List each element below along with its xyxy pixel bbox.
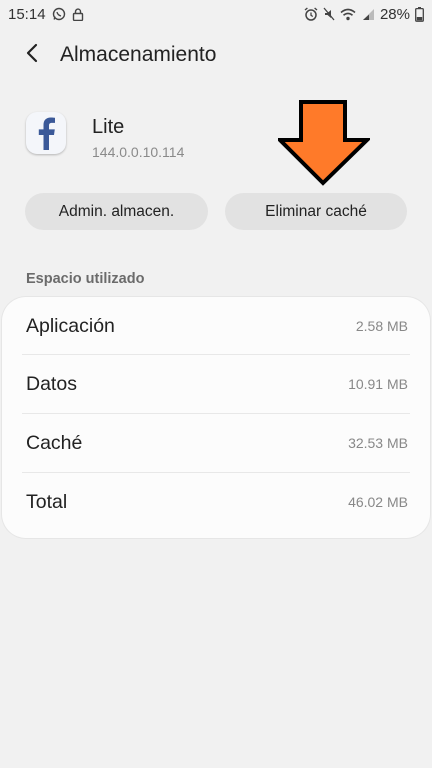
row-label: Datos (26, 372, 77, 395)
signal-icon (361, 8, 375, 21)
back-button[interactable] (4, 32, 60, 78)
alarm-icon (304, 7, 318, 21)
row-value: 46.02 MB (348, 494, 408, 510)
row-label: Caché (26, 431, 83, 454)
row-value: 10.91 MB (348, 376, 408, 392)
app-info: Lite 144.0.0.10.114 (26, 112, 184, 160)
battery-level: 28% (379, 5, 410, 23)
facebook-f-icon (38, 117, 55, 150)
page-title: Almacenamiento (60, 43, 217, 66)
status-bar: 15:14 28% (0, 0, 432, 28)
battery-icon (415, 6, 424, 22)
storage-usage-card: Aplicación 2.58 MB Datos 10.91 MB Caché … (2, 297, 430, 538)
chevron-left-icon (25, 43, 39, 68)
row-value: 32.53 MB (348, 435, 408, 451)
app-bar: Almacenamiento (0, 32, 432, 78)
app-name: Lite (92, 116, 125, 138)
storage-row-total: Total 46.02 MB (22, 473, 410, 531)
storage-row-application: Aplicación 2.58 MB (22, 297, 410, 355)
row-label: Total (26, 490, 68, 513)
facebook-lite-app-icon (26, 112, 66, 154)
status-time: 15:14 (8, 5, 46, 23)
app-version: 144.0.0.10.114 (92, 144, 185, 160)
lock-icon (72, 7, 84, 21)
down-arrow-icon (278, 100, 370, 186)
storage-row-data: Datos 10.91 MB (22, 355, 410, 413)
clear-cache-button[interactable]: Eliminar caché (225, 193, 407, 230)
manage-storage-button[interactable]: Admin. almacen. (25, 193, 208, 230)
row-label: Aplicación (26, 314, 115, 337)
storage-row-cache: Caché 32.53 MB (22, 414, 410, 472)
mute-icon (323, 7, 335, 21)
wifi-icon (340, 8, 356, 21)
row-value: 2.58 MB (355, 318, 408, 334)
whatsapp-icon (52, 7, 66, 21)
section-label-space-used: Espacio utilizado (26, 271, 145, 287)
